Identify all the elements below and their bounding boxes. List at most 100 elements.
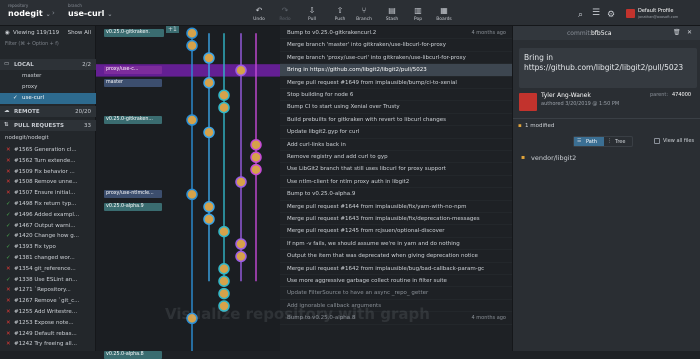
branch-tag-label: v0.25.0-alpha.8	[106, 352, 144, 358]
check-icon: ✓	[6, 255, 11, 261]
pr-title: #1565 Generation cl...	[14, 147, 77, 153]
pr-item[interactable]: ✓ #1381 changed wor...	[0, 253, 96, 264]
pr-item[interactable]: ✓ #1338 Use ESLint an...	[0, 275, 96, 286]
show-all-button[interactable]: Show All	[68, 30, 91, 36]
search-icon[interactable]: ⌕	[578, 10, 583, 20]
pull-button[interactable]: ⇩ Pull	[300, 6, 324, 22]
pr-title: #1354 git_reference...	[14, 265, 76, 272]
commit-row[interactable]: Add curl-links back in	[280, 139, 512, 151]
pr-item[interactable]: ✕ #1565 Generation cl...	[0, 145, 96, 156]
repository-selector[interactable]: repository nodegit ⌄	[8, 3, 51, 18]
commit-row[interactable]: Merge branch 'master' into gitkraken/use…	[280, 39, 512, 52]
tab-tree[interactable]: ⋮ Tree	[604, 137, 633, 146]
commit-row[interactable]: Output the item that was deprecated when…	[280, 250, 512, 263]
pr-title: #1249 Default rebas...	[14, 330, 77, 337]
commit-list[interactable]: Bump to v0.25.0-gitkrakencurl.2 4 months …	[280, 26, 512, 351]
pr-title: #1255 Add Writestre...	[14, 309, 78, 315]
commit-row[interactable]: Update FilterSource to have an async _re…	[280, 287, 512, 300]
sidebar-branch-proxy[interactable]: proxy	[0, 82, 96, 93]
file-path[interactable]: vendor/libgit2	[531, 154, 576, 162]
branch-name: use-curl	[68, 9, 105, 18]
local-section[interactable]: ▭ LOCAL 2/2	[0, 59, 96, 70]
branch-tag[interactable]: master	[104, 78, 162, 87]
pr-item[interactable]: ✕ #1267 Remove `git_c...	[0, 296, 96, 307]
pr-item[interactable]: ✕ #1253 Expose note...	[0, 318, 96, 329]
fail-icon: ✕	[6, 298, 11, 305]
commit-graph[interactable]: +1 v0.25.0-gitkraken. proxy/use-c... master…	[96, 26, 280, 359]
sidebar-branch-master[interactable]: master	[0, 71, 96, 82]
push-button[interactable]: ⇧ Push	[328, 6, 352, 22]
pr-item[interactable]: ✓ #1393 Fix typo	[0, 242, 96, 253]
commit-row[interactable]: Bump to v0.25.0-alpha.9	[280, 188, 512, 201]
sidebar-branch-use-curl[interactable]: ✓ use-curl	[0, 93, 96, 104]
pr-item[interactable]: ✕ #1509 Fix behavior ...	[0, 167, 96, 178]
commit-row[interactable]: Merge pull request #1642 from implausibl…	[280, 263, 512, 275]
pr-item[interactable]: ✕ #1255 Add Writestre...	[0, 307, 96, 318]
close-icon[interactable]: ✕	[687, 29, 692, 36]
pr-item[interactable]: ✕ #1562 Turn extende...	[0, 156, 96, 167]
commit-row[interactable]: Bump CI to start using Xenial over Trust…	[280, 101, 512, 114]
commit-node	[203, 52, 215, 64]
commit-message: Remove registry and add curl to gyp	[287, 154, 388, 160]
commit-row[interactable]: Merge pull request #1245 from rcjsuen/op…	[280, 225, 512, 238]
view-all-checkbox[interactable]	[654, 138, 660, 144]
commit-row[interactable]: Merge branch 'proxy/use-curl' into gitkr…	[280, 52, 512, 65]
branch-tag[interactable]: v0.25.0-gitkraken.	[104, 29, 164, 37]
menu-icon[interactable]: ☰	[592, 8, 600, 18]
pr-item[interactable]: ✓ #1467 Output warni...	[0, 221, 96, 232]
commit-message: Use ntlm-client for ntlm proxy auth in l…	[287, 178, 410, 185]
commit-row[interactable]: Bump to v0.25.0-gitkrakencurl.2 4 months …	[280, 27, 512, 40]
commit-row[interactable]: Merge pull request #1643 from implausibl…	[280, 213, 512, 226]
gear-icon[interactable]: ⚙	[607, 10, 615, 20]
pull-requests-section[interactable]: ⇅ PULL REQUESTS 33	[0, 120, 96, 131]
pr-item[interactable]: ✓ #1420 Change how g...	[0, 231, 96, 242]
fail-icon: ✕	[6, 265, 11, 272]
branch-tag[interactable]: v0.25.0-gitkraken...	[104, 115, 162, 124]
branch-tag[interactable]: proxy/use-c...	[104, 66, 162, 75]
commit-row[interactable]: Stop building for node 6	[280, 89, 512, 102]
stash-button[interactable]: ▤ Stash	[380, 6, 404, 22]
pr-item[interactable]: ✕ #1354 git_reference...	[0, 264, 96, 275]
pr-item[interactable]: ✕ #1242 Try freeing all...	[0, 339, 96, 350]
commit-row[interactable]: Merge pull request #1649 from implausibl…	[280, 77, 512, 89]
pr-item[interactable]: ✕ #1508 Remove unne...	[0, 177, 96, 188]
pr-item[interactable]: ✕ #1249 Default rebas...	[0, 329, 96, 340]
commit-row[interactable]: Use LibGit2 branch that still uses libcu…	[280, 163, 512, 176]
pop-button[interactable]: ▥ Pop	[406, 6, 430, 22]
commit-row[interactable]: Bring in https://github.com/libgit2/libg…	[280, 64, 512, 77]
pr-item[interactable]: ✕ #1271 `Repository...	[0, 285, 96, 296]
commit-row[interactable]: Update libgit2.gyp for curl	[280, 126, 512, 139]
branch-tag[interactable]: v0.25.0-alpha.8	[104, 351, 162, 359]
commit-message-box[interactable]: Bring in https://github.com/libgit2/libg…	[519, 48, 697, 88]
commit-row[interactable]: Build prebuilts for gitkraken with rever…	[280, 114, 512, 127]
branch-selector[interactable]: branch use-curl ⌄	[68, 3, 112, 18]
filter-input[interactable]: Filter (⌘ + Option + f)	[0, 40, 96, 50]
trash-icon[interactable]: 🗑	[673, 29, 681, 36]
commit-label: commit:	[567, 30, 592, 37]
commit-row[interactable]: If npm -v fails, we should assume we're …	[280, 238, 512, 251]
chevron-down-icon: ⌄	[107, 11, 113, 18]
redo-button[interactable]: ↷ Redo	[273, 6, 297, 22]
branch-tag[interactable]: proxy/use-ntlmcle...	[104, 190, 162, 199]
pr-title: #1393 Fix typo	[14, 244, 56, 251]
undo-button[interactable]: ↶ Undo	[247, 6, 271, 22]
branch-icon: ⑂	[361, 6, 367, 15]
remote-section[interactable]: ☁ REMOTE 20/20	[0, 106, 96, 117]
commit-sha[interactable]: bfb5ca	[591, 30, 612, 37]
pr-item[interactable]: ✓ #1498 Fix return typ...	[0, 199, 96, 210]
commit-node	[186, 27, 198, 39]
path-tab-label: Path	[586, 138, 597, 145]
commit-row[interactable]: Remove registry and add curl to gyp	[280, 151, 512, 164]
branch-tag[interactable]: v0.25.0-alpha.9	[104, 202, 162, 211]
parent-sha[interactable]: 474000	[672, 92, 691, 98]
commit-row[interactable]: Merge pull request #1644 from implausibl…	[280, 201, 512, 213]
pr-item[interactable]: ✓ #1496 Added exampl...	[0, 210, 96, 221]
pr-item[interactable]: ✕ #1507 Ensure initial...	[0, 188, 96, 199]
commit-node	[235, 176, 247, 188]
modified-icon: ▪	[518, 123, 522, 129]
boards-button[interactable]: ▦ Boards	[432, 6, 456, 22]
commit-row[interactable]: Use ntlm-client for ntlm proxy auth in l…	[280, 176, 512, 189]
commit-row[interactable]: Use more aggressive garbage collect rout…	[280, 275, 512, 288]
tab-path[interactable]: ☰ Path	[574, 137, 604, 146]
branch-button[interactable]: ⑂ Branch	[352, 6, 376, 22]
